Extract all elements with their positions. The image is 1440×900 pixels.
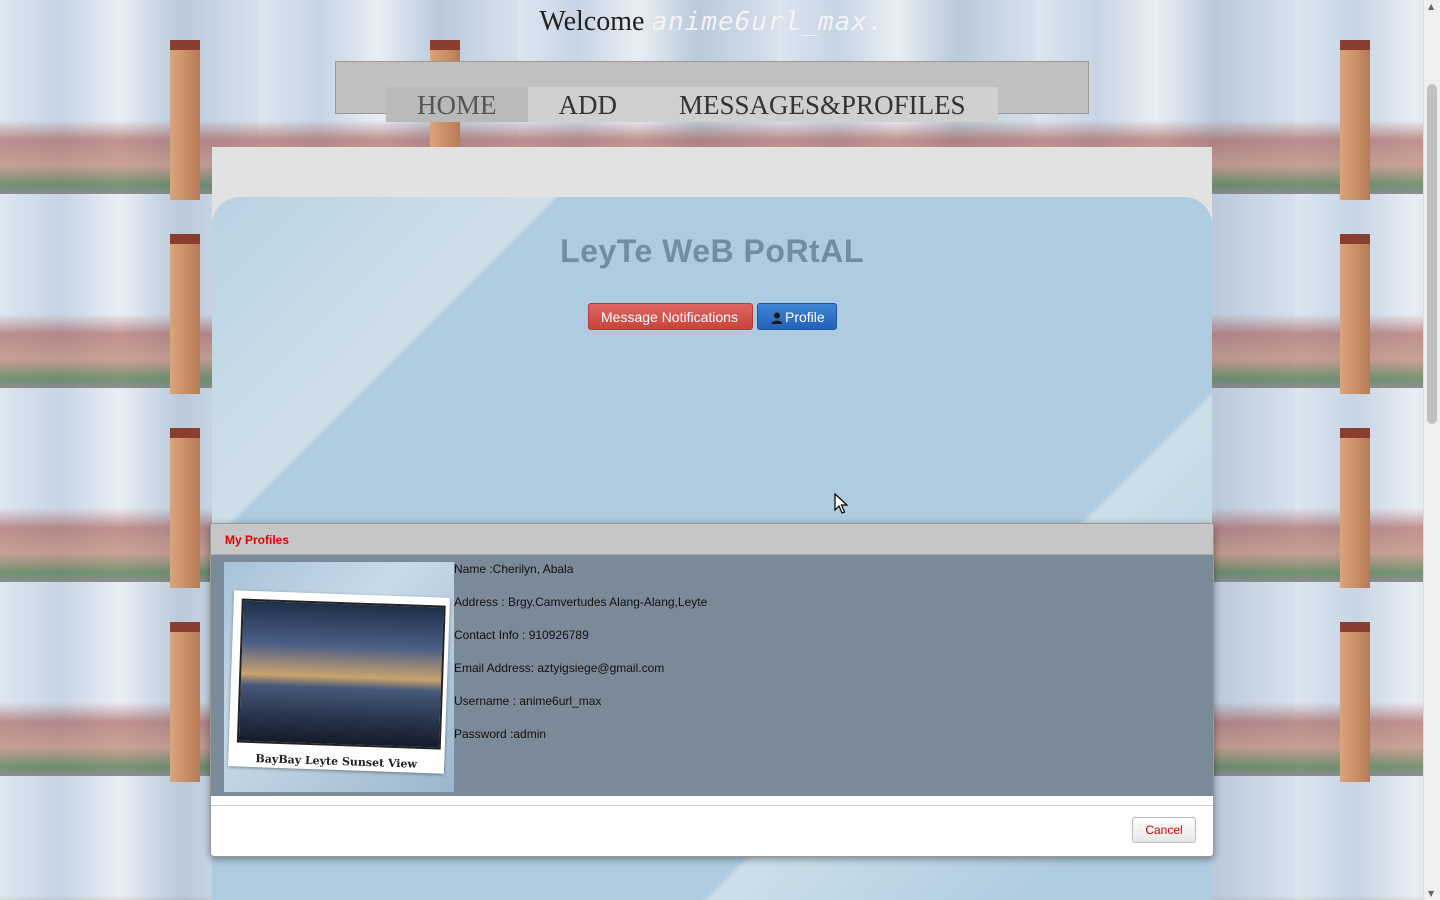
- detail-contact: Contact Info : 910926789: [454, 628, 589, 642]
- church-tower-image: [170, 40, 200, 200]
- scroll-up-icon[interactable]: ▲: [1428, 2, 1434, 11]
- photo-caption: BayBay Leyte Sunset View: [255, 752, 418, 771]
- profile-modal: My Profiles BayBay Leyte Sunset View Nam…: [210, 523, 1214, 857]
- church-tower-image: [170, 622, 200, 782]
- detail-address: Address : Brgy.Camvertudes Alang-Alang,L…: [454, 595, 708, 609]
- welcome-banner: Welcome anime6url_max.: [0, 6, 1424, 38]
- scroll-thumb[interactable]: [1427, 84, 1437, 424]
- cancel-button[interactable]: Cancel: [1132, 817, 1196, 843]
- modal-body: BayBay Leyte Sunset View Name :Cherilyn,…: [211, 555, 1213, 796]
- main-nav: HOME ADD MESSAGES&PROFILES: [386, 87, 998, 122]
- church-tower-image: [170, 234, 200, 394]
- nav-messages-profiles[interactable]: MESSAGES&PROFILES: [648, 87, 998, 122]
- profile-photo: BayBay Leyte Sunset View: [224, 562, 454, 792]
- welcome-username: anime6url_max.: [651, 7, 885, 37]
- detail-password: Password :admin: [454, 727, 547, 741]
- sunset-photo: [236, 598, 446, 750]
- hero-button-row: Message Notifications Profile: [588, 303, 837, 330]
- profile-details: Name :Cherilyn, Abala Address : Brgy.Cam…: [454, 555, 707, 753]
- nav-add[interactable]: ADD: [528, 87, 649, 122]
- detail-email: Email Address: aztyigsiege@gmail.com: [454, 661, 665, 675]
- profile-button[interactable]: Profile: [757, 303, 837, 330]
- modal-title: My Profiles: [211, 524, 1213, 555]
- page-scrollbar[interactable]: ▲ ▼: [1423, 0, 1440, 900]
- polaroid-frame: BayBay Leyte Sunset View: [227, 590, 451, 774]
- church-tower-image: [1340, 234, 1370, 394]
- welcome-text: Welcome: [539, 6, 652, 37]
- profile-button-label: Profile: [785, 309, 825, 325]
- modal-footer: Cancel: [211, 805, 1213, 856]
- detail-name: Name :Cherilyn, Abala: [454, 562, 574, 576]
- scroll-down-icon[interactable]: ▼: [1428, 889, 1434, 898]
- detail-username: Username : anime6url_max: [454, 694, 602, 708]
- mouse-cursor-icon: [834, 493, 848, 514]
- message-notifications-button[interactable]: Message Notifications: [588, 303, 753, 330]
- church-tower-image: [1340, 622, 1370, 782]
- church-tower-image: [170, 428, 200, 588]
- user-icon: [771, 312, 783, 324]
- church-tower-image: [1340, 428, 1370, 588]
- portal-title: LeyTe WeB PoRtAL: [560, 233, 864, 269]
- church-tower-image: [1340, 40, 1370, 200]
- nav-home[interactable]: HOME: [386, 87, 528, 122]
